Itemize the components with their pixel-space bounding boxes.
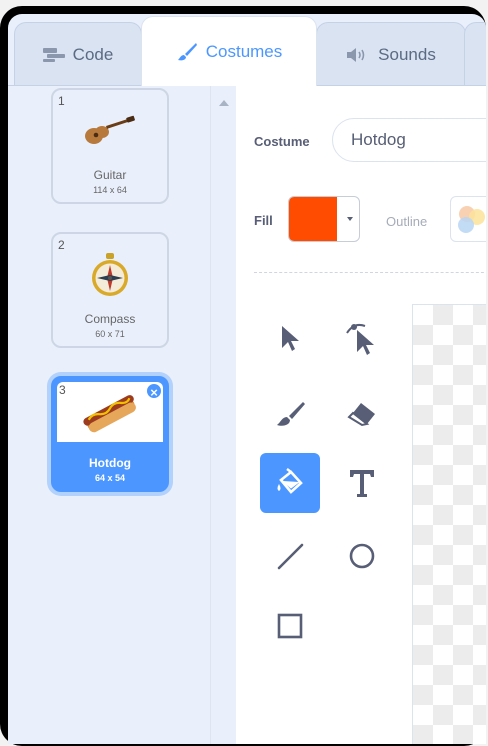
drawing-canvas[interactable]	[412, 304, 486, 744]
square-icon	[277, 613, 303, 639]
costume-item-compass[interactable]: 2 Compass 60 x 71	[51, 232, 169, 348]
brush-tool[interactable]	[260, 384, 320, 444]
eraser-tool[interactable]	[332, 384, 392, 444]
tab-sounds[interactable]: Sounds	[316, 22, 466, 86]
tab-code-label: Code	[72, 44, 114, 64]
reshape-cursor-icon	[346, 323, 374, 355]
paint-bucket-icon	[277, 468, 303, 494]
chevron-down-icon	[347, 217, 353, 221]
eraser-icon	[347, 403, 375, 427]
guitar-icon	[53, 104, 167, 158]
code-blocks-icon	[42, 47, 65, 62]
costume-size: 114 x 64	[93, 185, 127, 195]
fill-color-swatch	[289, 197, 337, 241]
outline-label: Outline	[386, 214, 428, 229]
line-icon	[277, 543, 304, 570]
fill-label: Fill	[254, 213, 273, 228]
arrow-cursor-icon	[282, 326, 299, 351]
circle-tool[interactable]	[332, 526, 392, 586]
costume-list: 1 Guitar 114 x 64 2 Compass 60 x 71 3 × …	[8, 86, 210, 744]
text-t-icon	[350, 470, 374, 497]
costume-name: Hotdog	[89, 456, 131, 470]
tab-code[interactable]: Code	[14, 22, 142, 86]
reshape-tool[interactable]	[332, 308, 392, 368]
tab-overflow	[464, 22, 486, 86]
scroll-up-icon[interactable]	[219, 100, 229, 106]
costume-list-scrollbar[interactable]	[210, 86, 237, 744]
speaker-icon	[347, 47, 365, 62]
costume-name-label: Costume	[254, 134, 310, 149]
costume-item-guitar[interactable]: 1 Guitar 114 x 64	[51, 88, 169, 204]
select-tool[interactable]	[260, 308, 320, 368]
costume-size: 64 x 54	[94, 473, 126, 483]
line-tool[interactable]	[260, 526, 320, 586]
rectangle-tool[interactable]	[260, 596, 320, 656]
tab-sounds-label: Sounds	[378, 44, 436, 64]
toolbar-divider	[254, 272, 486, 273]
costume-name-field[interactable]: Hotdog	[332, 118, 486, 162]
paint-editor: Costume Hotdog Fill Outline	[236, 86, 486, 744]
costume-item-hotdog[interactable]: 3 × Hotdog 64 x 54	[51, 376, 169, 492]
color-circles-icon	[458, 206, 485, 233]
fill-color-picker[interactable]	[288, 196, 360, 242]
tab-costumes[interactable]: Costumes	[141, 16, 317, 86]
circle-icon	[349, 543, 375, 569]
tab-costumes-label: Costumes	[205, 41, 283, 61]
costume-size: 60 x 71	[95, 329, 125, 339]
costume-name: Guitar	[93, 168, 127, 182]
outline-color-picker[interactable]	[450, 196, 486, 242]
delete-costume-icon[interactable]: ×	[145, 382, 163, 400]
brush-icon	[277, 402, 305, 426]
text-tool[interactable]	[332, 453, 392, 513]
costume-name: Compass	[84, 312, 136, 326]
fill-tool[interactable]	[260, 453, 320, 513]
brush-icon	[177, 42, 197, 60]
editor-screen: Code Costumes Sounds 1 Guitar 114 x 64 2…	[8, 14, 486, 744]
compass-icon	[53, 248, 167, 302]
